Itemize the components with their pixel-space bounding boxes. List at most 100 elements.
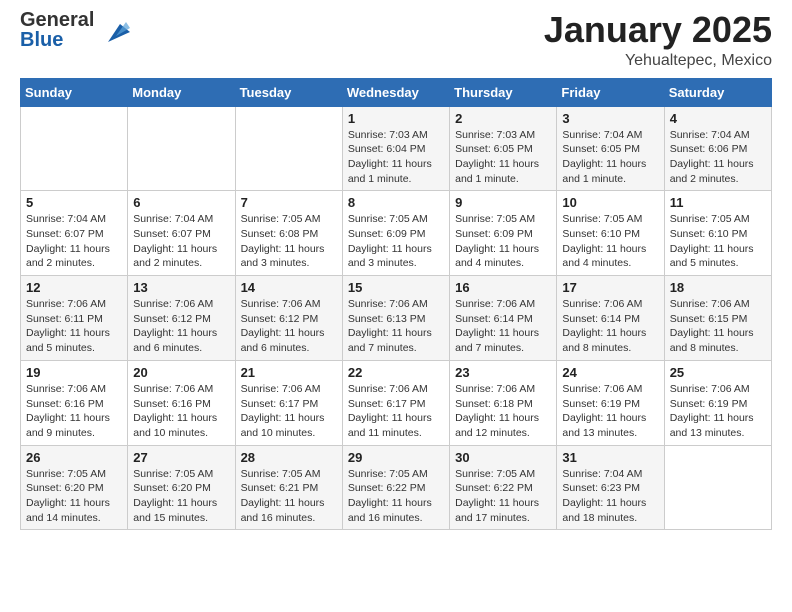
month-title: January 2025 [544, 10, 772, 50]
day-cell: 18 Sunrise: 7:06 AM Sunset: 6:15 PM Dayli… [664, 276, 771, 361]
weekday-saturday: Saturday [664, 78, 771, 106]
day-info: Sunrise: 7:05 AM Sunset: 6:22 PM Dayligh… [348, 467, 444, 526]
day-cell: 13Sunrise: 7:06 AM Sunset: 6:12 PM Dayli… [128, 276, 235, 361]
day-cell: 2 Sunrise: 7:03 AM Sunset: 6:05 PM Daylig… [450, 106, 557, 191]
day-info: Sunrise: 7:05 AM Sunset: 6:09 PM Dayligh… [455, 212, 551, 271]
week-row-2: 5Sunrise: 7:04 AM Sunset: 6:07 PM Daylig… [21, 191, 772, 276]
weekday-monday: Monday [128, 78, 235, 106]
day-info: Sunrise: 7:06 AM Sunset: 6:19 PM Dayligh… [670, 382, 766, 441]
logo-icon [98, 14, 130, 46]
day-info: Sunrise: 7:06 AM Sunset: 6:17 PM Dayligh… [241, 382, 337, 441]
day-number: 1 [348, 111, 444, 126]
day-info: Sunrise: 7:05 AM Sunset: 6:09 PM Dayligh… [348, 212, 444, 271]
day-info: Sunrise: 7:06 AM Sunset: 6:16 PM Dayligh… [26, 382, 122, 441]
day-info: Sunrise: 7:06 AM Sunset: 6:11 PM Dayligh… [26, 297, 122, 356]
day-number: 18 [670, 280, 766, 295]
day-info: Sunrise: 7:04 AM Sunset: 6:07 PM Dayligh… [133, 212, 229, 271]
day-cell: 22 Sunrise: 7:06 AM Sunset: 6:17 PM Dayli… [342, 360, 449, 445]
day-cell: 19 Sunrise: 7:06 AM Sunset: 6:16 PM Dayli… [21, 360, 128, 445]
day-cell [235, 106, 342, 191]
day-number: 14 [241, 280, 337, 295]
day-cell: 15 Sunrise: 7:06 AM Sunset: 6:13 PM Dayli… [342, 276, 449, 361]
location-title: Yehualtepec, Mexico [544, 52, 772, 70]
day-info: Sunrise: 7:06 AM Sunset: 6:18 PM Dayligh… [455, 382, 551, 441]
day-number: 20 [133, 365, 229, 380]
day-number: 11 [670, 195, 766, 210]
day-cell: 5Sunrise: 7:04 AM Sunset: 6:07 PM Daylig… [21, 191, 128, 276]
day-info: Sunrise: 7:03 AM Sunset: 6:04 PM Dayligh… [348, 128, 444, 187]
day-info: Sunrise: 7:06 AM Sunset: 6:13 PM Dayligh… [348, 297, 444, 356]
day-cell: 10Sunrise: 7:05 AM Sunset: 6:10 PM Dayli… [557, 191, 664, 276]
day-number: 8 [348, 195, 444, 210]
day-cell: 12Sunrise: 7:06 AM Sunset: 6:11 PM Dayli… [21, 276, 128, 361]
day-number: 30 [455, 450, 551, 465]
day-info: Sunrise: 7:06 AM Sunset: 6:17 PM Dayligh… [348, 382, 444, 441]
day-cell: 21 Sunrise: 7:06 AM Sunset: 6:17 PM Dayli… [235, 360, 342, 445]
logo-general: General [20, 10, 94, 30]
day-cell: 14 Sunrise: 7:06 AM Sunset: 6:12 PM Dayli… [235, 276, 342, 361]
day-info: Sunrise: 7:04 AM Sunset: 6:07 PM Dayligh… [26, 212, 122, 271]
day-cell: 28Sunrise: 7:05 AM Sunset: 6:21 PM Dayli… [235, 445, 342, 530]
weekday-thursday: Thursday [450, 78, 557, 106]
weekday-header-row: SundayMondayTuesdayWednesdayThursdayFrid… [21, 78, 772, 106]
day-cell: 31Sunrise: 7:04 AM Sunset: 6:23 PM Dayli… [557, 445, 664, 530]
day-number: 3 [562, 111, 658, 126]
day-info: Sunrise: 7:06 AM Sunset: 6:14 PM Dayligh… [455, 297, 551, 356]
day-number: 27 [133, 450, 229, 465]
day-cell: 8 Sunrise: 7:05 AM Sunset: 6:09 PM Daylig… [342, 191, 449, 276]
day-info: Sunrise: 7:03 AM Sunset: 6:05 PM Dayligh… [455, 128, 551, 187]
day-number: 28 [241, 450, 337, 465]
day-info: Sunrise: 7:05 AM Sunset: 6:20 PM Dayligh… [133, 467, 229, 526]
day-number: 15 [348, 280, 444, 295]
day-cell: 9Sunrise: 7:05 AM Sunset: 6:09 PM Daylig… [450, 191, 557, 276]
day-cell: 24 Sunrise: 7:06 AM Sunset: 6:19 PM Dayli… [557, 360, 664, 445]
day-number: 2 [455, 111, 551, 126]
day-info: Sunrise: 7:04 AM Sunset: 6:06 PM Dayligh… [670, 128, 766, 187]
day-cell [128, 106, 235, 191]
day-cell [21, 106, 128, 191]
week-row-4: 19 Sunrise: 7:06 AM Sunset: 6:16 PM Dayli… [21, 360, 772, 445]
day-info: Sunrise: 7:06 AM Sunset: 6:12 PM Dayligh… [133, 297, 229, 356]
day-info: Sunrise: 7:06 AM Sunset: 6:19 PM Dayligh… [562, 382, 658, 441]
weekday-wednesday: Wednesday [342, 78, 449, 106]
day-info: Sunrise: 7:05 AM Sunset: 6:08 PM Dayligh… [241, 212, 337, 271]
day-number: 4 [670, 111, 766, 126]
day-cell: 16 Sunrise: 7:06 AM Sunset: 6:14 PM Dayli… [450, 276, 557, 361]
day-cell: 11Sunrise: 7:05 AM Sunset: 6:10 PM Dayli… [664, 191, 771, 276]
day-number: 25 [670, 365, 766, 380]
day-info: Sunrise: 7:06 AM Sunset: 6:12 PM Dayligh… [241, 297, 337, 356]
day-info: Sunrise: 7:06 AM Sunset: 6:16 PM Dayligh… [133, 382, 229, 441]
day-number: 22 [348, 365, 444, 380]
day-cell: 7 Sunrise: 7:05 AM Sunset: 6:08 PM Daylig… [235, 191, 342, 276]
day-cell: 3 Sunrise: 7:04 AM Sunset: 6:05 PM Daylig… [557, 106, 664, 191]
week-row-3: 12Sunrise: 7:06 AM Sunset: 6:11 PM Dayli… [21, 276, 772, 361]
day-cell: 29Sunrise: 7:05 AM Sunset: 6:22 PM Dayli… [342, 445, 449, 530]
weekday-friday: Friday [557, 78, 664, 106]
day-info: Sunrise: 7:06 AM Sunset: 6:14 PM Dayligh… [562, 297, 658, 356]
day-info: Sunrise: 7:05 AM Sunset: 6:22 PM Dayligh… [455, 467, 551, 526]
day-number: 19 [26, 365, 122, 380]
day-number: 16 [455, 280, 551, 295]
day-cell: 6Sunrise: 7:04 AM Sunset: 6:07 PM Daylig… [128, 191, 235, 276]
weekday-sunday: Sunday [21, 78, 128, 106]
logo: General Blue [20, 10, 130, 50]
day-cell: 25 Sunrise: 7:06 AM Sunset: 6:19 PM Dayli… [664, 360, 771, 445]
day-number: 7 [241, 195, 337, 210]
day-info: Sunrise: 7:04 AM Sunset: 6:23 PM Dayligh… [562, 467, 658, 526]
day-number: 10 [562, 195, 658, 210]
day-info: Sunrise: 7:04 AM Sunset: 6:05 PM Dayligh… [562, 128, 658, 187]
day-cell: 17Sunrise: 7:06 AM Sunset: 6:14 PM Dayli… [557, 276, 664, 361]
title-block: January 2025 Yehualtepec, Mexico [544, 10, 772, 70]
day-cell: 26Sunrise: 7:05 AM Sunset: 6:20 PM Dayli… [21, 445, 128, 530]
day-number: 24 [562, 365, 658, 380]
day-cell: 27 Sunrise: 7:05 AM Sunset: 6:20 PM Dayli… [128, 445, 235, 530]
day-info: Sunrise: 7:06 AM Sunset: 6:15 PM Dayligh… [670, 297, 766, 356]
day-cell: 20 Sunrise: 7:06 AM Sunset: 6:16 PM Dayli… [128, 360, 235, 445]
week-row-1: 1 Sunrise: 7:03 AM Sunset: 6:04 PM Daylig… [21, 106, 772, 191]
day-number: 21 [241, 365, 337, 380]
day-cell [664, 445, 771, 530]
logo-blue: Blue [20, 30, 94, 50]
day-cell: 23Sunrise: 7:06 AM Sunset: 6:18 PM Dayli… [450, 360, 557, 445]
day-number: 26 [26, 450, 122, 465]
calendar-body: 1 Sunrise: 7:03 AM Sunset: 6:04 PM Daylig… [21, 106, 772, 530]
